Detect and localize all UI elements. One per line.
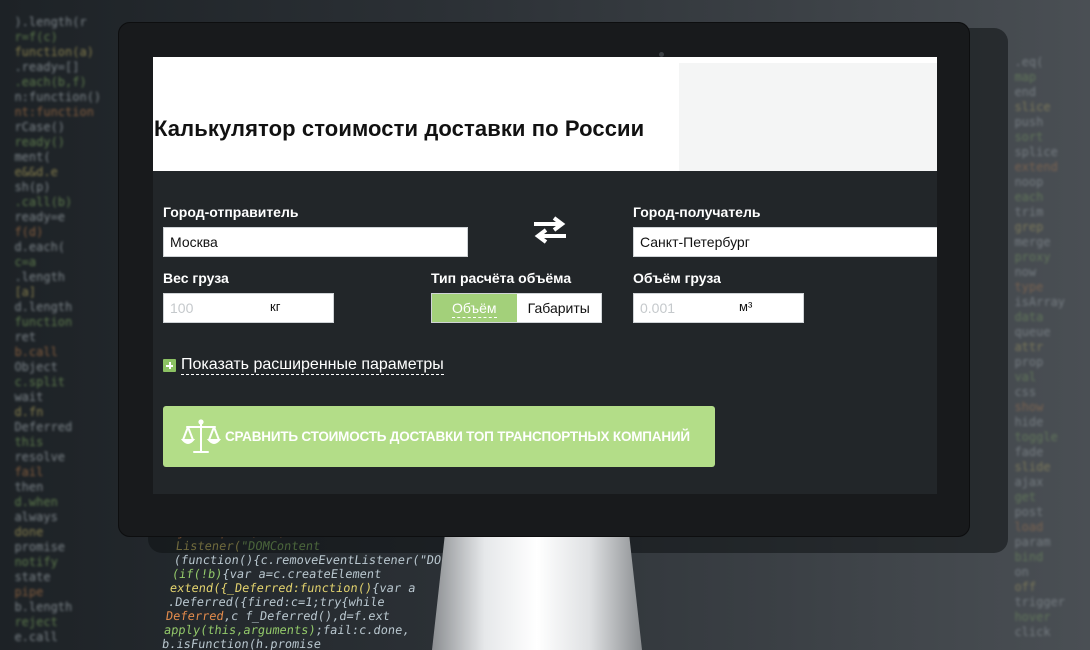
volume-type-option-volume[interactable]: Объём [432,294,517,322]
background-code-right: .eq( map end slice push sort splice exte… [1000,55,1066,639]
dimensions-option-label: Габариты [527,300,590,316]
swap-arrows-icon[interactable] [530,215,570,245]
plus-icon [163,359,176,372]
volume-type-label: Тип расчёта объёма [431,270,572,286]
weight-unit: кг [270,299,281,314]
calculator-header: Калькулятор стоимости доставки по России [153,57,937,171]
background-code-left: ).length(r r=f(c) function(a) .ready=[] … [0,15,102,644]
delivery-calculator-screen: Калькулятор стоимости доставки по России… [153,57,937,494]
receiver-city-input[interactable]: Санкт-Петербург [633,227,937,257]
sender-city-input[interactable]: Москва [163,227,468,257]
compare-delivery-button[interactable]: Сравнить стоимость доставки топ транспор… [163,406,715,467]
volume-input[interactable]: 0.001 [633,293,804,323]
volume-option-label: Объём [451,300,497,318]
volume-label: Объём груза [633,270,721,286]
weight-input[interactable]: 100 [163,293,334,323]
compare-button-label: Сравнить стоимость доставки топ транспор… [225,429,690,444]
sender-city-label: Город-отправитель [163,204,299,220]
show-advanced-params-link[interactable]: Показать расширенные параметры [163,356,444,375]
scales-icon [181,418,221,453]
header-side-panel [679,63,937,171]
page-title: Калькулятор стоимости доставки по России [154,116,645,141]
advanced-params-label: Показать расширенные параметры [181,356,444,375]
volume-type-option-dimensions[interactable]: Габариты [516,294,601,322]
volume-unit: м³ [739,299,753,314]
weight-label: Вес груза [163,270,229,286]
volume-type-toggle: Объём Габариты [431,293,602,323]
monitor-stand [432,537,642,650]
receiver-city-label: Город-получатель [633,204,761,220]
